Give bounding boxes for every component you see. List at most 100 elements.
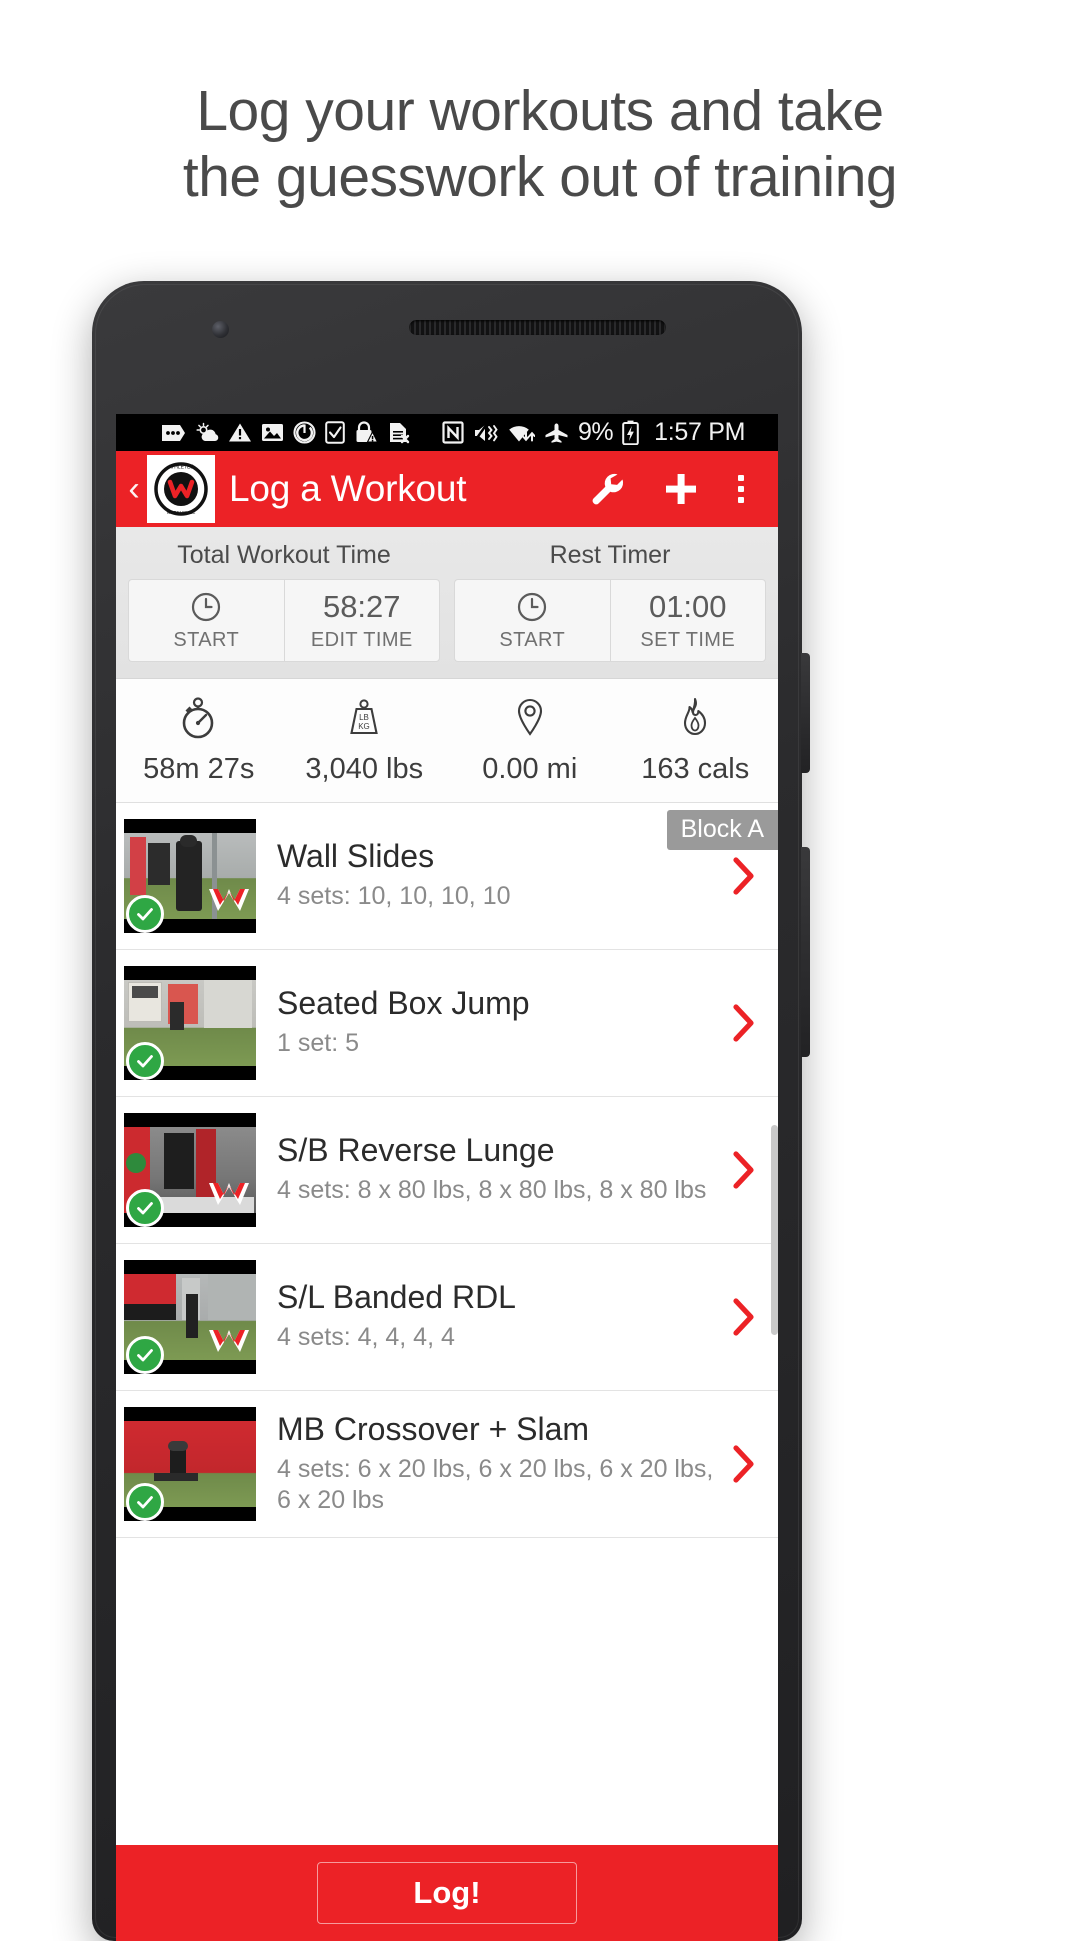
timers-panel: Total Workout Time START 58:27 EDIT TIME	[116, 527, 778, 679]
exercise-row[interactable]: S/B Reverse Lunge 4 sets: 8 x 80 lbs, 8 …	[116, 1097, 778, 1244]
promo-headline: Log your workouts and take the guesswork…	[0, 0, 1080, 210]
exercise-row[interactable]: S/L Banded RDL 4 sets: 4, 4, 4, 4	[116, 1244, 778, 1391]
exercise-name: S/B Reverse Lunge	[277, 1132, 555, 1169]
power-icon	[293, 420, 316, 446]
svg-text:ATHLETES: ATHLETES	[168, 465, 194, 471]
rest-timer-caption: Rest Timer	[549, 541, 671, 569]
exercise-details: Seated Box Jump 1 set: 5	[256, 986, 720, 1059]
athletes-warehouse-logo[interactable]: ATHLETES WAREHOUSE	[147, 455, 215, 523]
exercise-thumbnail[interactable]	[124, 1260, 256, 1374]
rest-timer-start-button[interactable]: START	[454, 579, 610, 662]
exercise-name: MB Crossover + Slam	[277, 1410, 590, 1447]
wrench-icon[interactable]	[570, 451, 644, 527]
phone-earpiece-speaker	[409, 320, 666, 335]
battery-charging-icon	[622, 420, 639, 446]
chevron-right-icon[interactable]	[720, 1149, 768, 1191]
exercise-sets: 4 sets: 6 x 20 lbs, 6 x 20 lbs, 6 x 20 l…	[277, 1454, 714, 1514]
exercise-name: S/L Banded RDL	[277, 1279, 516, 1316]
battery-percent-label: 9%	[578, 418, 614, 446]
stat-distance: 0.00 mi	[447, 695, 613, 786]
rest-timer-value: 01:00	[648, 589, 727, 624]
promo-headline-line-2: the guesswork out of training	[182, 145, 898, 210]
completed-check-icon	[126, 1042, 164, 1080]
airplane-mode-icon	[544, 420, 569, 446]
back-button[interactable]: ‹	[122, 472, 146, 506]
location-pin-icon	[508, 695, 552, 741]
page-title: Log a Workout	[229, 468, 467, 509]
thumbnail-letterbox-top	[124, 819, 256, 833]
lock-warning-icon	[354, 420, 378, 446]
stopwatch-icon	[177, 695, 221, 741]
exercise-sets: 4 sets: 8 x 80 lbs, 8 x 80 lbs, 8 x 80 l…	[277, 1176, 707, 1205]
log-bar: Log!	[116, 1845, 778, 1941]
stat-volume: LB KG 3,040 lbs	[282, 695, 448, 786]
list-scrollbar[interactable]	[771, 1125, 778, 1335]
phone-power-button[interactable]	[801, 847, 810, 1057]
exercise-name: Wall Slides	[277, 838, 435, 875]
phone-screen: 9% 1:57 PM ‹ ATHLETES WAREHOUSE Log a Wo…	[116, 414, 778, 1941]
exercise-row[interactable]: MB Crossover + Slam 4 sets: 6 x 20 lbs, …	[116, 1391, 778, 1538]
thumbnail-letterbox-top	[124, 1113, 256, 1127]
completed-check-icon	[126, 1483, 164, 1521]
exercise-list: Block A Wall Slides 4 sets: 10, 10, 10, …	[116, 803, 778, 1538]
app-bar-actions	[570, 451, 764, 527]
exercise-sets: 4 sets: 10, 10, 10, 10	[277, 882, 511, 911]
exercise-row[interactable]: Seated Box Jump 1 set: 5	[116, 950, 778, 1097]
block-badge: Block A	[666, 810, 778, 850]
stat-distance-value: 0.00 mi	[482, 753, 578, 785]
overflow-menu-icon[interactable]	[718, 451, 764, 527]
weight-icon: LB KG	[342, 695, 386, 741]
android-status-bar: 9% 1:57 PM	[116, 414, 778, 451]
exercise-sets: 4 sets: 4, 4, 4, 4	[277, 1323, 455, 1352]
log-button[interactable]: Log!	[317, 1862, 577, 1924]
total-workout-start-label: START	[173, 629, 240, 651]
exercise-details: S/L Banded RDL 4 sets: 4, 4, 4, 4	[256, 1280, 720, 1353]
exercise-details: MB Crossover + Slam 4 sets: 6 x 20 lbs, …	[256, 1410, 720, 1516]
vibrate-off-icon	[473, 420, 499, 446]
rest-timer-set-time-button[interactable]: 01:00 SET TIME	[609, 579, 766, 662]
watermark-icon	[207, 887, 251, 913]
stat-calories: 163 cals	[613, 695, 779, 786]
phone-device-frame: 9% 1:57 PM ‹ ATHLETES WAREHOUSE Log a Wo…	[92, 281, 810, 1941]
chevron-right-icon[interactable]	[720, 1002, 768, 1044]
weather-icon	[195, 420, 219, 446]
exercise-name: Seated Box Jump	[277, 985, 530, 1022]
watermark-icon	[207, 1328, 251, 1354]
total-workout-edit-time-button[interactable]: 58:27 EDIT TIME	[283, 579, 440, 662]
thumbnail-letterbox-top	[124, 966, 256, 980]
svg-text:LB: LB	[359, 713, 369, 722]
exercise-details: S/B Reverse Lunge 4 sets: 8 x 80 lbs, 8 …	[256, 1133, 720, 1206]
watermark-icon	[207, 1181, 251, 1207]
phone-volume-button[interactable]	[801, 653, 810, 773]
exercise-thumbnail[interactable]	[124, 1407, 256, 1521]
phone-front-camera	[212, 321, 229, 338]
exercise-thumbnail[interactable]	[124, 819, 256, 933]
overflow-dots	[738, 475, 744, 503]
stat-volume-value: 3,040 lbs	[305, 753, 424, 785]
exercise-thumbnail[interactable]	[124, 966, 256, 1080]
total-workout-timer-group: Total Workout Time START 58:27 EDIT TIME	[128, 537, 440, 662]
total-workout-start-button[interactable]: START	[128, 579, 284, 662]
chevron-right-icon[interactable]	[720, 855, 768, 897]
svg-text:KG: KG	[358, 722, 370, 731]
stat-duration-value: 58m 27s	[143, 753, 255, 785]
chevron-right-icon[interactable]	[720, 1443, 768, 1485]
thumbnail-letterbox-top	[124, 1260, 256, 1274]
app-bar: ‹ ATHLETES WAREHOUSE Log a Workout	[116, 451, 778, 527]
thumbnail-letterbox-top	[124, 1407, 256, 1421]
workout-stats-row: 58m 27s LB KG 3,040 lbs 0.00 mi 163 cals	[116, 679, 778, 803]
exercise-thumbnail[interactable]	[124, 1113, 256, 1227]
clock-icon	[516, 590, 548, 624]
plus-icon[interactable]	[644, 451, 718, 527]
completed-check-icon	[126, 895, 164, 933]
status-bar-clock: 1:57 PM	[654, 418, 746, 446]
photo-icon	[261, 420, 284, 446]
chevron-right-icon[interactable]	[720, 1296, 768, 1338]
svg-text:WAREHOUSE: WAREHOUSE	[167, 510, 196, 515]
checkbox-icon	[325, 420, 345, 446]
logo-mark: ATHLETES WAREHOUSE	[153, 461, 209, 517]
rest-timer-start-label: START	[499, 629, 566, 651]
total-workout-edit-time-label: EDIT TIME	[310, 629, 413, 651]
exercise-sets: 1 set: 5	[277, 1029, 359, 1058]
flame-icon	[673, 695, 717, 741]
